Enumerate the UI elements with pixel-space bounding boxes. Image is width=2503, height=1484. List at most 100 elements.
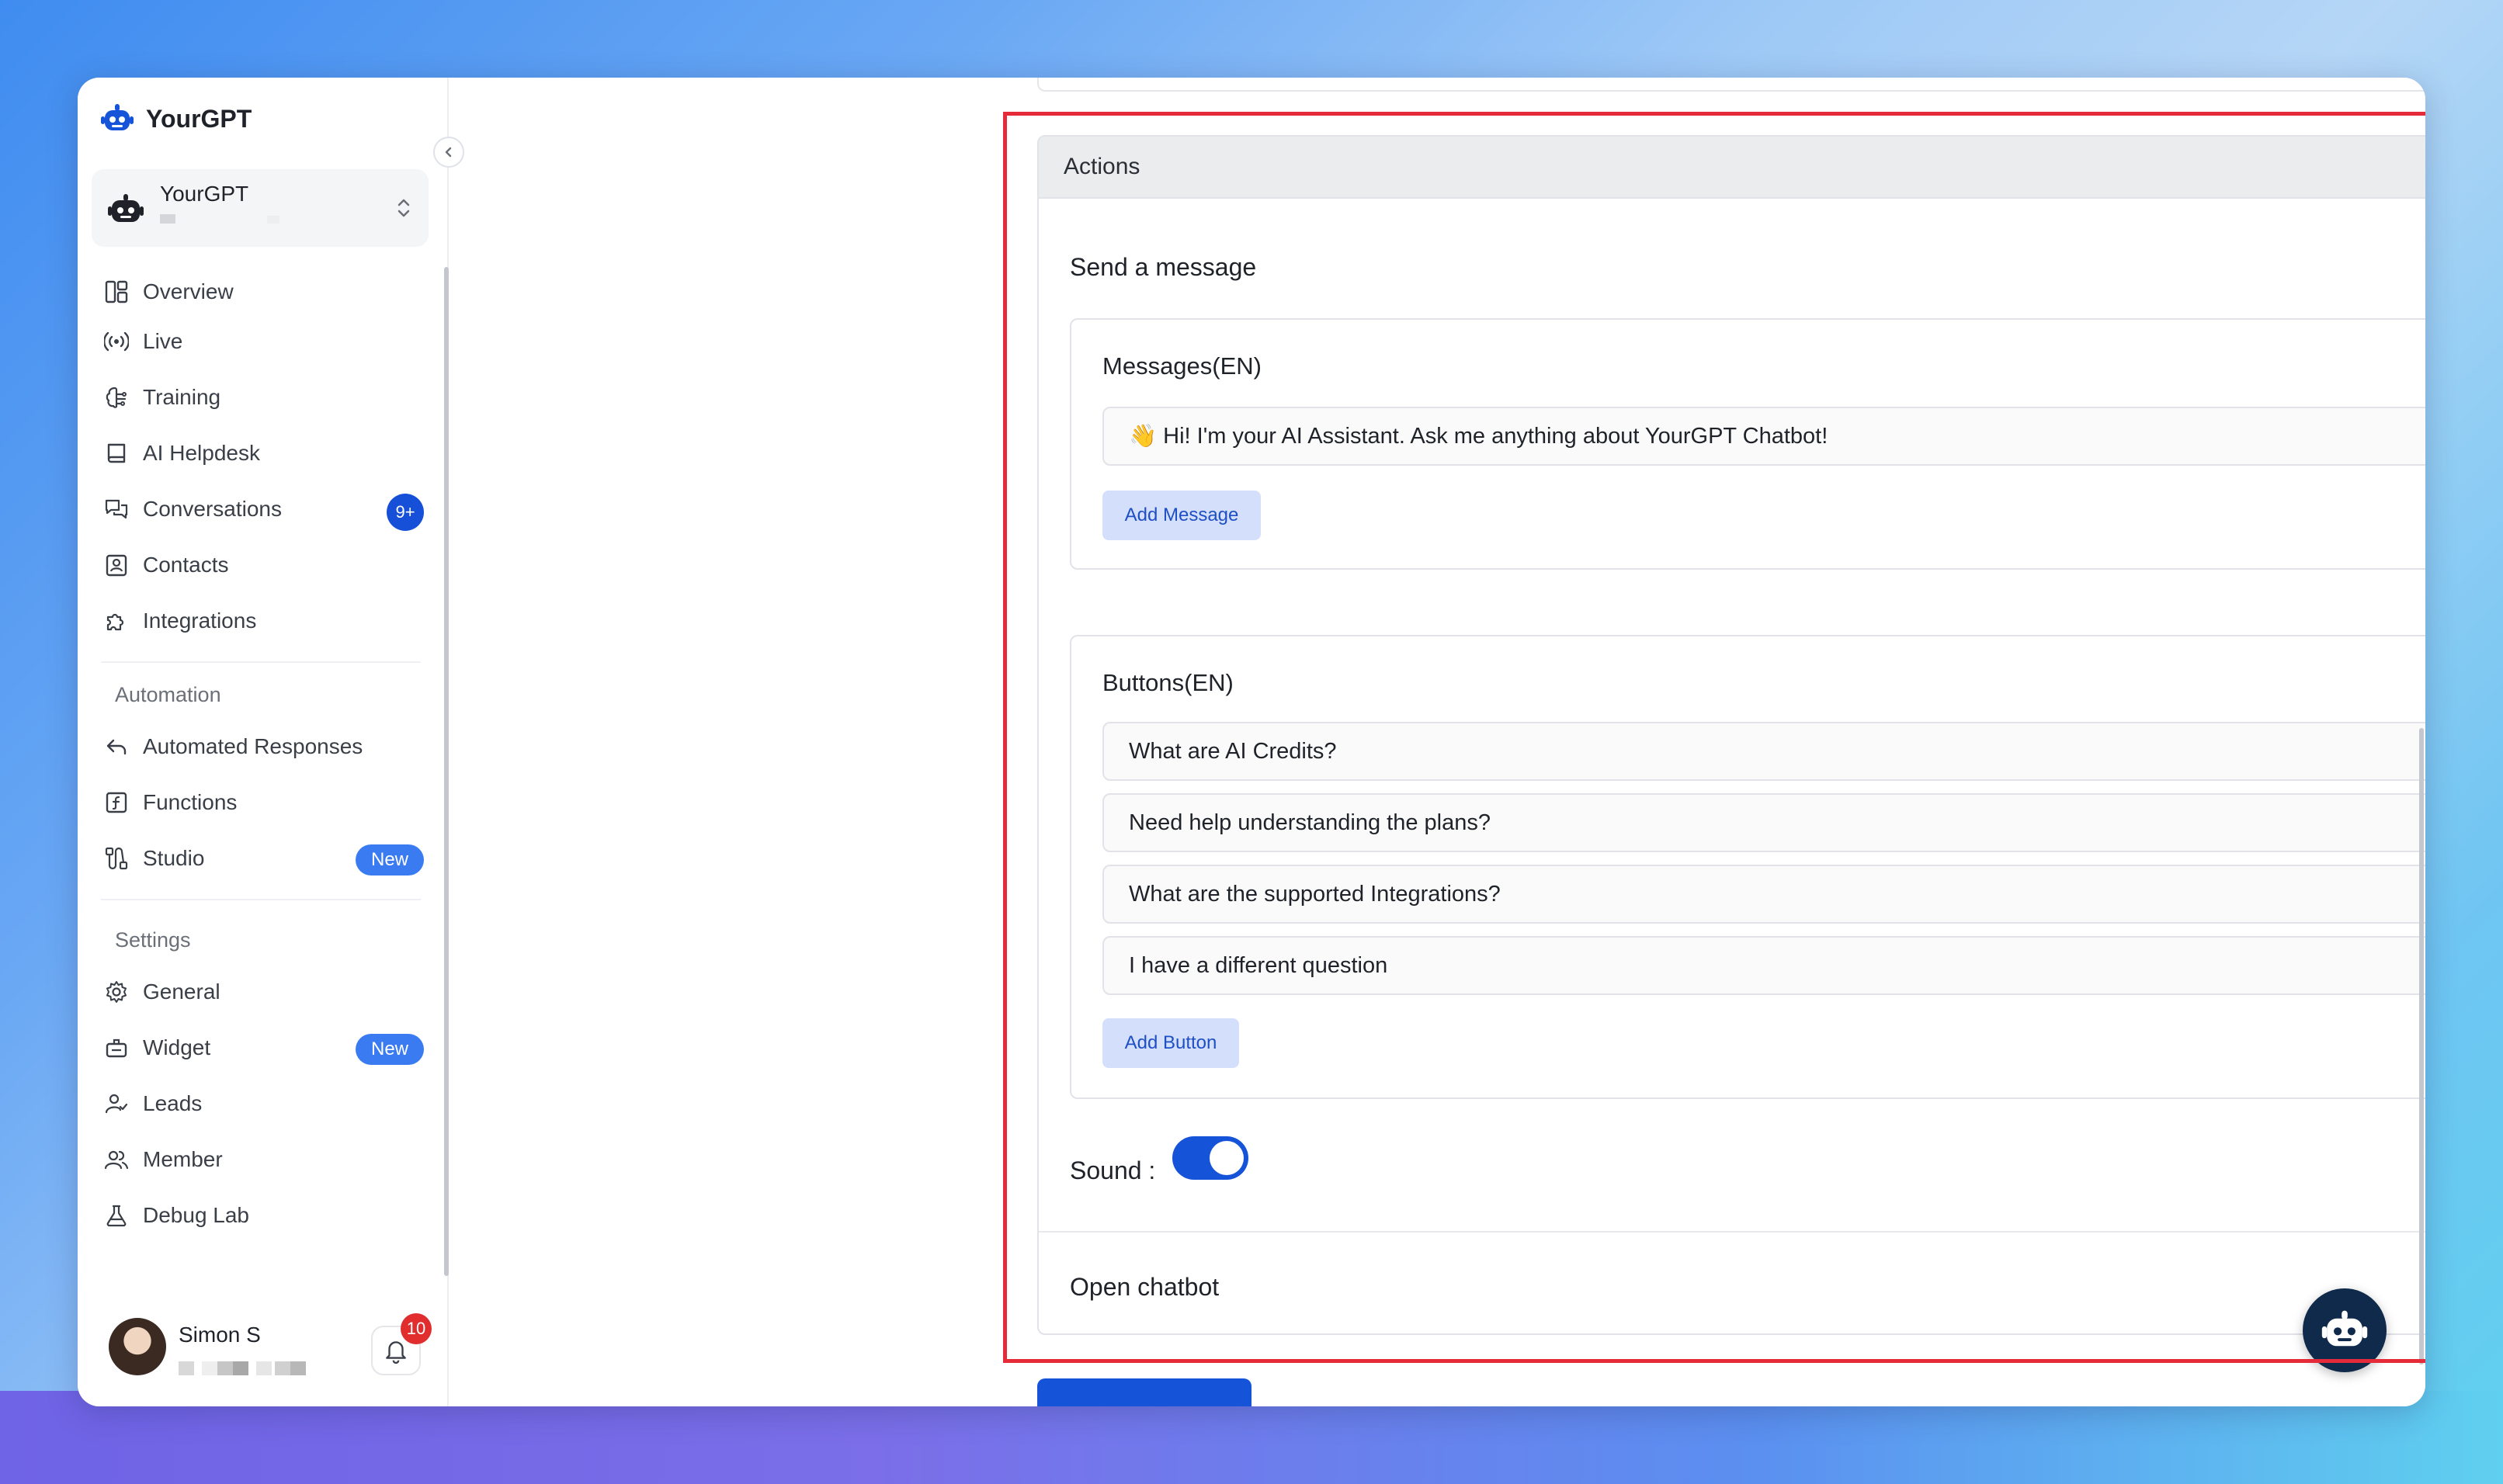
nav-label: Live	[143, 329, 183, 353]
nav-label: General	[143, 980, 220, 1004]
nav-item-member[interactable]: Member	[101, 1135, 427, 1184]
gear-icon	[101, 976, 132, 1007]
nav-item-debug-lab[interactable]: Debug Lab	[101, 1191, 427, 1240]
previous-section-card	[1037, 78, 2425, 92]
send-message-label: Send a message	[1070, 253, 1257, 281]
nav-label: Contacts	[143, 553, 229, 577]
layout-icon	[101, 276, 132, 307]
main-scrollbar[interactable]	[2419, 728, 2424, 1364]
buttons-panel: Buttons(EN) What are AI Credits? Need he…	[1070, 635, 2425, 1099]
buttons-heading: Buttons(EN)	[1102, 669, 1234, 696]
notification-count-badge: 10	[401, 1313, 432, 1344]
nav-item-conversations[interactable]: Conversations 9+	[101, 484, 427, 534]
broadcast-icon	[101, 326, 132, 357]
nav-item-integrations[interactable]: Integrations	[101, 596, 427, 646]
nav-label: Studio	[143, 846, 205, 870]
divider	[1039, 1231, 2425, 1233]
actions-card: Actions Send a message Messages(EN) 👋 Hi…	[1037, 135, 2425, 1335]
workspace-subtitle-redacted	[160, 214, 175, 224]
workspace-subtitle-redacted-2	[267, 216, 279, 224]
reply-icon	[101, 731, 132, 762]
section-heading-automation: Automation	[115, 683, 221, 706]
brand[interactable]: YourGPT	[99, 101, 252, 137]
nav-label: Functions	[143, 790, 238, 814]
nav-item-overview[interactable]: Overview	[101, 267, 427, 317]
nav-label: Overview	[143, 279, 234, 303]
nav-item-widget[interactable]: Widget New	[101, 1023, 427, 1073]
nav-label: Integrations	[143, 609, 257, 633]
update-button-label-cut-off	[1037, 1378, 1252, 1391]
nav-label: Widget	[143, 1035, 211, 1059]
unread-badge: 9+	[387, 494, 424, 531]
divider	[101, 899, 421, 900]
toggle-knob	[1210, 1141, 1244, 1175]
bell-icon	[386, 1341, 406, 1364]
add-message-button[interactable]: Add Message	[1102, 491, 1261, 540]
robot-logo-icon	[101, 104, 134, 130]
button-input[interactable]: I have a different question	[1102, 936, 2425, 995]
workspace-bot-avatar-icon	[108, 194, 144, 222]
sidebar: YourGPT YourGPT Overview Live Training A…	[78, 78, 449, 1406]
redacted-email	[217, 1361, 233, 1375]
function-icon	[101, 787, 132, 818]
button-input[interactable]: What are AI Credits?	[1102, 722, 2425, 781]
users-icon	[101, 1144, 132, 1175]
add-button-button[interactable]: Add Button	[1102, 1018, 1239, 1068]
actions-title: Actions	[1064, 154, 1140, 179]
nav-label: Leads	[143, 1091, 203, 1115]
sidebar-scrollbar[interactable]	[444, 267, 449, 1276]
avatar	[109, 1318, 166, 1375]
open-chatbot-label: Open chatbot	[1070, 1273, 1220, 1301]
actions-card-header: Actions	[1039, 137, 2425, 199]
nav-item-functions[interactable]: Functions	[101, 778, 427, 827]
user-name: Simon S	[179, 1323, 261, 1347]
nav-label: Training	[143, 385, 221, 409]
messages-heading: Messages(EN)	[1102, 352, 1262, 380]
chevron-left-icon	[445, 147, 452, 158]
nav-item-leads[interactable]: Leads	[101, 1079, 427, 1129]
collapse-sidebar-button[interactable]	[433, 137, 464, 168]
redacted-email	[275, 1361, 290, 1375]
nav-label: Automated Responses	[143, 734, 363, 758]
section-heading-settings: Settings	[115, 928, 191, 952]
chatbot-launcher-button[interactable]	[2303, 1288, 2387, 1372]
nav-label: Member	[143, 1147, 223, 1171]
nav-item-general[interactable]: General	[101, 967, 427, 1017]
puzzle-icon	[101, 605, 132, 636]
widget-icon	[101, 1032, 132, 1063]
nav-label: Debug Lab	[143, 1203, 250, 1227]
chevron-up-down-icon	[397, 199, 410, 217]
contact-icon	[101, 550, 132, 581]
nav-item-studio[interactable]: Studio New	[101, 834, 427, 883]
update-trigger-button[interactable]	[1037, 1378, 1252, 1406]
redacted-email	[179, 1361, 194, 1375]
nav-label: AI Helpdesk	[143, 441, 260, 465]
brand-name: YourGPT	[146, 104, 252, 133]
button-input[interactable]: What are the supported Integrations?	[1102, 865, 2425, 924]
nav-item-training[interactable]: Training	[101, 373, 427, 422]
redacted-email	[202, 1361, 217, 1375]
nav-item-ai-helpdesk[interactable]: AI Helpdesk	[101, 428, 427, 478]
redacted-email	[290, 1361, 306, 1375]
button-input[interactable]: Need help understanding the plans?	[1102, 793, 2425, 852]
redacted-email	[256, 1361, 272, 1375]
brain-icon	[101, 382, 132, 413]
user-check-icon	[101, 1088, 132, 1119]
new-badge: New	[356, 1034, 424, 1065]
nav-label: Conversations	[143, 497, 282, 521]
new-badge: New	[356, 844, 424, 875]
nav-item-live[interactable]: Live	[101, 317, 427, 366]
nav-item-contacts[interactable]: Contacts	[101, 540, 427, 590]
chat-icon	[101, 494, 132, 525]
messages-panel: Messages(EN) 👋 Hi! I'm your AI Assistant…	[1070, 318, 2425, 570]
nav-item-automated-responses[interactable]: Automated Responses	[101, 722, 427, 771]
workspace-switcher[interactable]: YourGPT	[92, 169, 429, 247]
sound-toggle[interactable]	[1172, 1136, 1248, 1180]
divider	[101, 661, 421, 663]
app-window: YourGPT YourGPT Overview Live Training A…	[78, 78, 2425, 1406]
flask-icon	[101, 1200, 132, 1231]
main-content: Actions Send a message Messages(EN) 👋 Hi…	[450, 78, 2425, 1406]
flow-icon	[101, 843, 132, 874]
message-input[interactable]: 👋 Hi! I'm your AI Assistant. Ask me anyt…	[1102, 407, 2425, 466]
workspace-name: YourGPT	[160, 182, 249, 206]
